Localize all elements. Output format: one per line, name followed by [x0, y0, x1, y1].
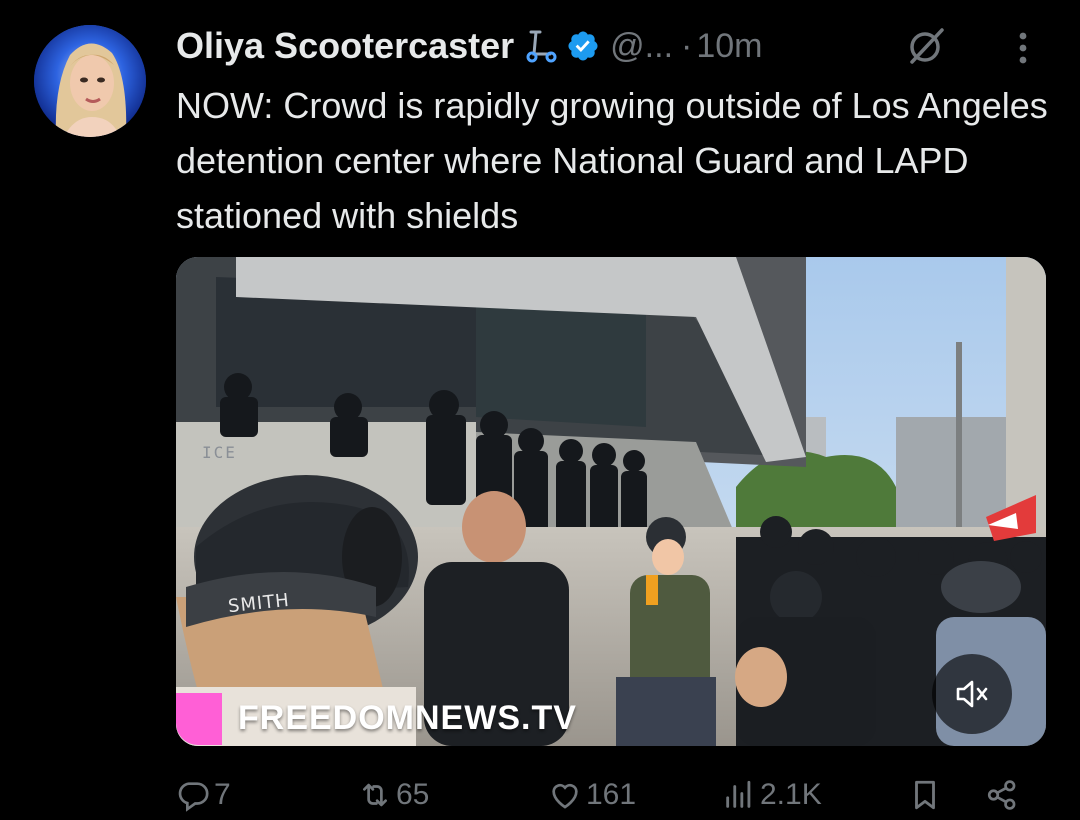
views-icon	[726, 780, 751, 808]
bookmark-icon	[915, 780, 935, 810]
scooter-icon	[526, 30, 557, 63]
repost-button[interactable]: 65	[358, 770, 429, 820]
avatar-image	[34, 25, 146, 137]
wall-graffiti-text: ICE	[202, 443, 237, 462]
watermark-accent	[176, 693, 222, 745]
author-avatar[interactable]	[34, 25, 146, 137]
video-watermark: FREEDOMNEWS.TV	[238, 699, 577, 737]
post-video[interactable]: ICE SMITH FREEDOMNEWS.TV	[176, 257, 1046, 746]
reply-button[interactable]: 7	[176, 770, 231, 820]
post-actions: 7 65 161 2.1K	[0, 770, 1080, 820]
volume-muted-icon	[956, 680, 988, 708]
author-handle[interactable]: @...	[610, 27, 673, 66]
views-button[interactable]: 2.1K	[722, 770, 822, 820]
heart-icon	[552, 783, 578, 809]
more-icon[interactable]	[1008, 28, 1038, 68]
share-icon	[987, 780, 1016, 810]
video-frame	[176, 257, 1046, 746]
like-count: 161	[586, 778, 637, 811]
repost-count: 65	[396, 778, 430, 811]
repost-icon	[363, 783, 387, 807]
post-time[interactable]: 10m	[696, 27, 762, 66]
view-count: 2.1K	[760, 778, 822, 811]
post-text: NOW: Crowd is rapidly growing outside of…	[176, 85, 1048, 236]
mute-toggle-button[interactable]	[932, 654, 1012, 734]
grok-icon[interactable]	[904, 24, 948, 68]
verified-badge-icon[interactable]	[566, 29, 600, 63]
reply-count: 7	[214, 778, 231, 811]
post-header: Oliya Scootercaster @... · 10m	[176, 22, 1056, 70]
bookmark-button[interactable]	[908, 770, 946, 820]
like-button[interactable]: 161	[548, 770, 636, 820]
separator-dot: ·	[681, 26, 693, 65]
share-button[interactable]	[985, 770, 1023, 820]
reply-icon	[178, 782, 209, 812]
author-name[interactable]: Oliya Scootercaster	[176, 25, 514, 67]
